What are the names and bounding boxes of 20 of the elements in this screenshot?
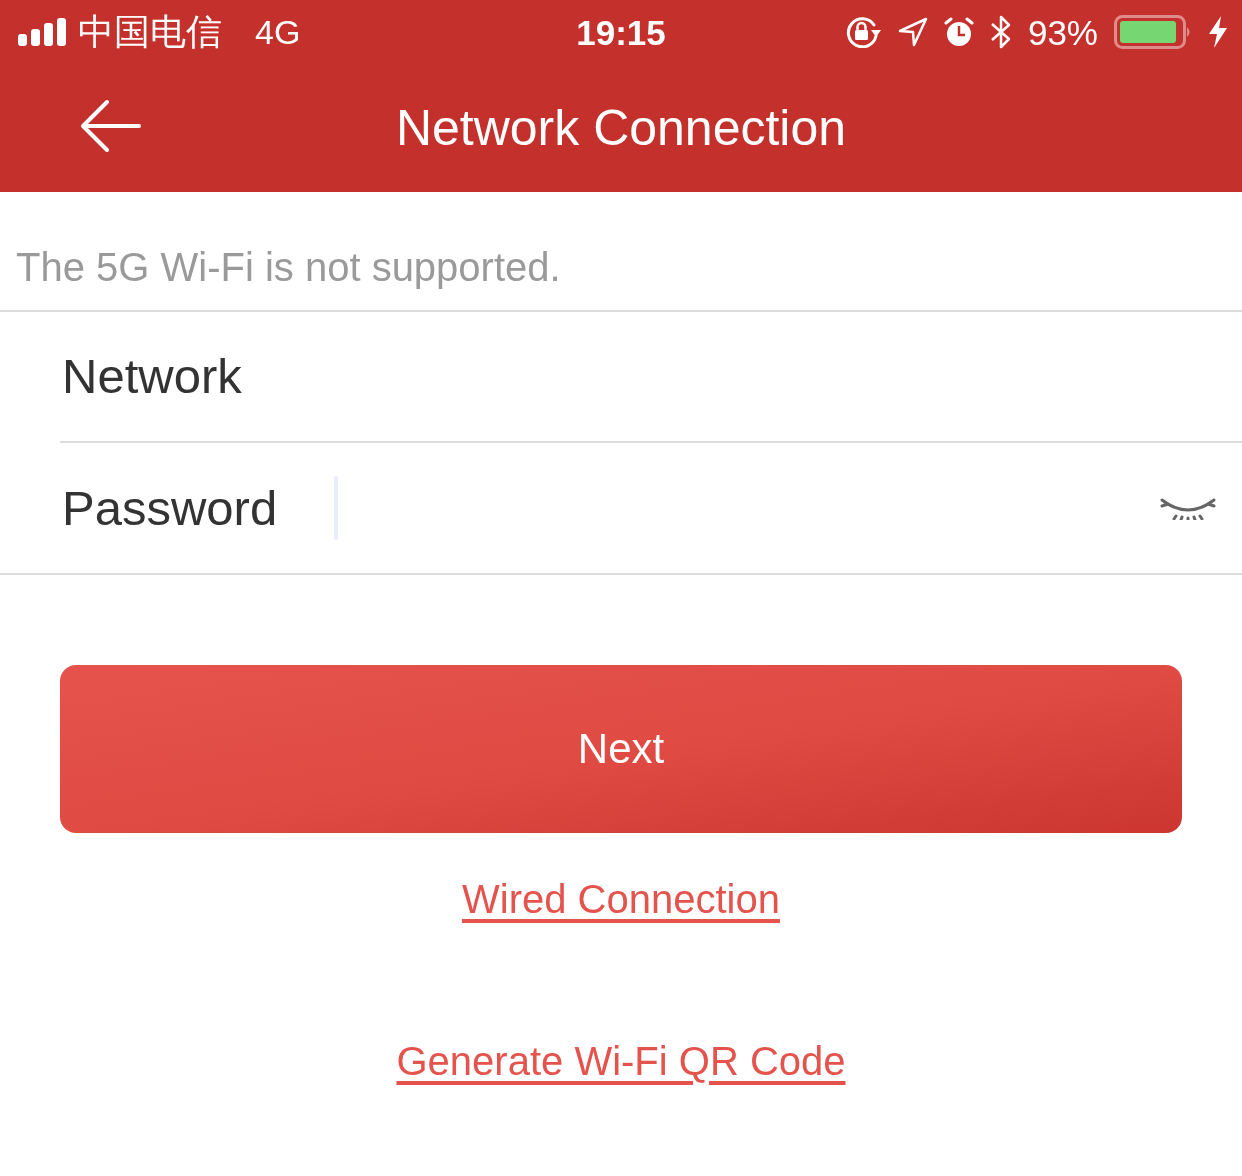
- notice-text: The 5G Wi-Fi is not supported.: [16, 247, 561, 287]
- text-link[interactable]: Wired Connection: [462, 873, 780, 925]
- field-label: Password: [62, 480, 278, 535]
- carrier-name: 中国电信: [78, 14, 222, 50]
- screen-title: Network Connection: [395, 103, 847, 153]
- field-label: Network: [62, 352, 242, 401]
- charging-bolt-icon: [1208, 16, 1228, 48]
- location-arrow-icon: [897, 17, 928, 47]
- alarm-clock-icon: [943, 17, 974, 47]
- text-link[interactable]: Generate Wi-Fi QR Code: [396, 1035, 846, 1087]
- signal-bars-icon: [18, 18, 66, 46]
- network-type: 4G: [255, 15, 301, 49]
- next-button[interactable]: Next: [60, 665, 1182, 833]
- rotation-lock-icon: [845, 16, 882, 48]
- closed-eye-icon: [1159, 496, 1217, 520]
- battery-percentage: 93%: [1027, 14, 1098, 50]
- back-arrow-icon: [78, 98, 142, 154]
- bluetooth-icon: [989, 15, 1012, 49]
- battery-icon: [1114, 15, 1192, 49]
- clock-time: 19:15: [576, 14, 666, 50]
